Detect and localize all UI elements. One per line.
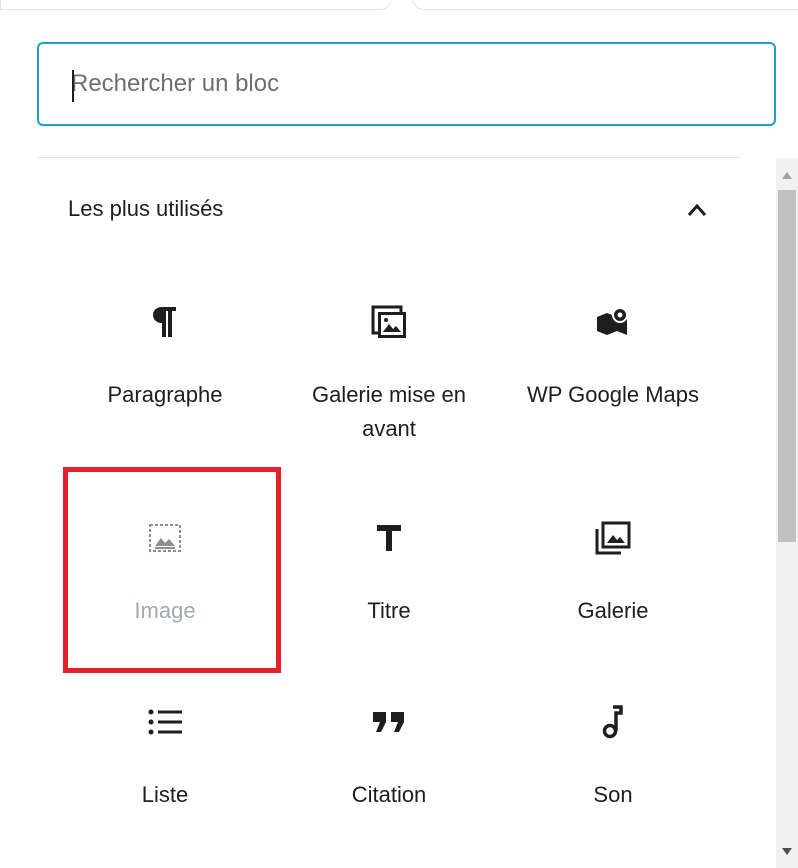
block-quote[interactable]: Citation [277, 700, 501, 812]
section-header[interactable]: Les plus utilisés [37, 158, 741, 262]
tab-left[interactable] [0, 0, 392, 10]
search-input[interactable] [39, 44, 774, 124]
block-paragraph[interactable]: Paragraphe [53, 300, 277, 412]
featured-gallery-icon [367, 300, 411, 344]
block-gallery[interactable]: Galerie [501, 516, 725, 628]
list-icon [143, 700, 187, 744]
scrollbar[interactable] [776, 158, 798, 868]
gallery-icon [591, 516, 635, 560]
block-featured-gallery[interactable]: Galerie mise en avant [277, 300, 501, 446]
search-box[interactable] [37, 42, 776, 126]
heading-icon [367, 516, 411, 560]
section-title: Les plus utilisés [68, 196, 224, 221]
block-list[interactable]: Liste [53, 700, 277, 812]
chevron-up-icon [687, 203, 707, 216]
map-marker-icon [591, 300, 635, 344]
block-wp-google-maps[interactable]: WP Google Maps [501, 300, 725, 412]
paragraph-icon [143, 300, 187, 344]
arrow-up-icon [782, 171, 792, 179]
block-label: Image [134, 598, 196, 623]
audio-icon [591, 700, 635, 744]
text-caret [72, 70, 74, 102]
scroll-up-button[interactable] [776, 162, 798, 188]
image-icon [143, 516, 187, 560]
block-label: Son [593, 782, 633, 807]
block-panel: Les plus utilisés Paragraphe Galerie mis… [37, 158, 741, 868]
block-label: WP Google Maps [526, 382, 699, 407]
scrollbar-thumb[interactable] [778, 190, 796, 542]
scroll-down-button[interactable] [776, 838, 798, 864]
block-image[interactable]: Image [53, 516, 277, 628]
arrow-down-icon [782, 847, 792, 855]
block-label: Galerie [577, 598, 649, 623]
block-label: Galerie mise en avant [311, 382, 467, 441]
block-label: Paragraphe [107, 382, 223, 407]
block-label: Titre [367, 598, 411, 623]
quote-icon [367, 700, 411, 744]
collapse-toggle-button[interactable] [677, 190, 717, 230]
block-label: Liste [141, 782, 189, 807]
tab-right[interactable] [412, 0, 798, 10]
block-heading[interactable]: Titre [277, 516, 501, 628]
block-label: Citation [351, 782, 427, 807]
block-audio[interactable]: Son [501, 700, 725, 812]
top-tabs [0, 0, 798, 12]
